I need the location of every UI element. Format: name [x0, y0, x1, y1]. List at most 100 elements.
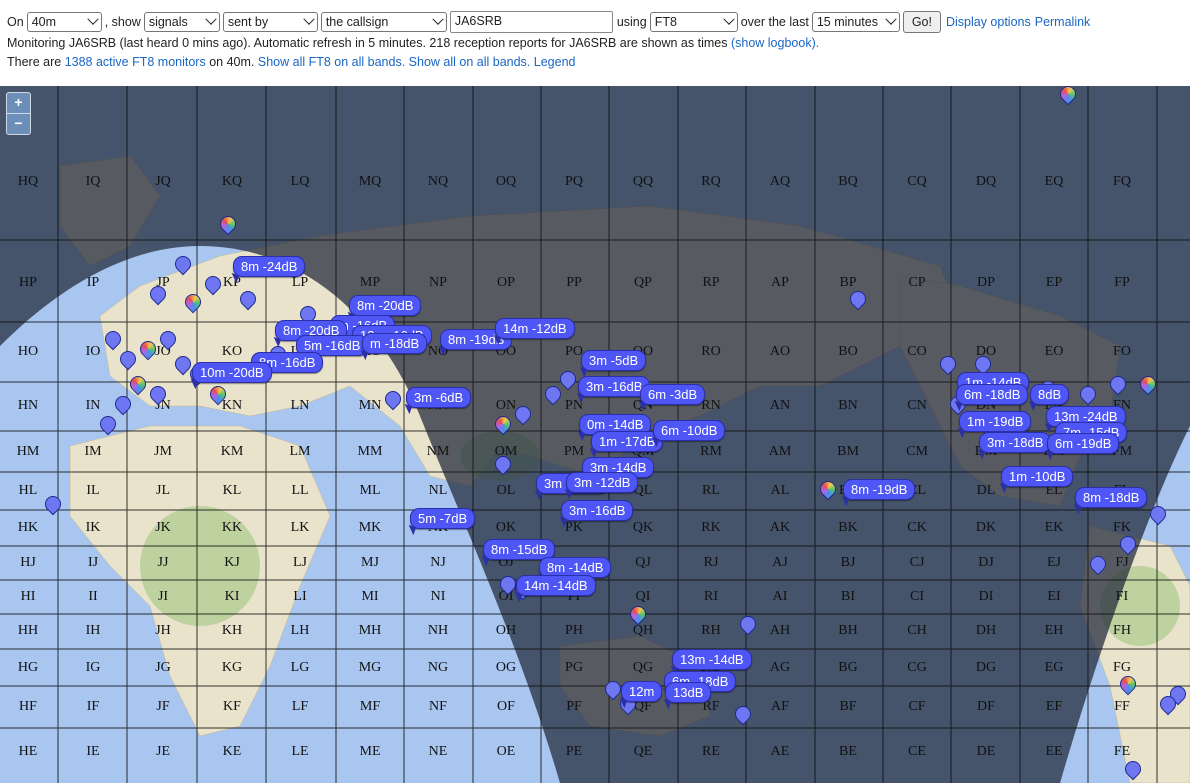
reception-report-label[interactable]: 13dB — [665, 682, 712, 703]
grid-square-label: BP — [839, 275, 857, 290]
grid-square-label: BO — [838, 344, 858, 359]
chevron-down-icon — [87, 13, 99, 25]
grid-square-label: QE — [633, 744, 653, 759]
grid-square-label: DI — [978, 589, 994, 604]
reception-report-label[interactable]: 8dB — [1030, 384, 1070, 405]
target-select[interactable]: the callsign — [320, 12, 447, 32]
go-button[interactable]: Go! — [902, 11, 941, 33]
direction-select[interactable]: sent by — [222, 12, 318, 32]
reception-report-label[interactable]: 3m -16dB — [561, 500, 634, 521]
reception-report-label[interactable]: 3m -18dB — [979, 432, 1052, 453]
grid-square-label: AI — [772, 589, 788, 604]
reception-report-label[interactable]: 8m -18dB — [1075, 487, 1148, 508]
grid-square-label: CF — [908, 699, 926, 714]
grid-square-label: LQ — [290, 174, 310, 189]
grid-square-label: HG — [17, 660, 39, 675]
grid-square-label: IK — [85, 520, 101, 535]
reception-report-label[interactable]: 8m -20dB — [349, 295, 422, 316]
grid-square-label: PF — [566, 699, 582, 714]
reception-report-label[interactable]: 6m -19dB — [1047, 433, 1120, 454]
grid-square-label: EE — [1045, 744, 1063, 759]
period-select[interactable]: 15 minutes — [811, 12, 900, 32]
grid-square-label: PH — [565, 623, 583, 638]
display-options-link[interactable]: Display options — [946, 15, 1031, 29]
grid-square-label: CN — [907, 398, 927, 413]
grid-square-label: HI — [20, 589, 36, 604]
reception-report-label[interactable]: 13m -14dB — [672, 649, 752, 670]
grid-square-label: KL — [222, 483, 242, 498]
show-logbook-link[interactable]: (show logbook). — [731, 36, 819, 50]
grid-square-label: CE — [908, 744, 926, 759]
reception-map[interactable]: HQ IQ JQ KQ LQ MQ NQ OQ PQ QQ RQ AQ BQ CQ DQ EQ FQ HP IP JP… — [0, 86, 1190, 783]
grid-square-label: KO — [221, 344, 243, 359]
mode-select[interactable]: FT8 — [649, 12, 738, 32]
grid-square-label: EO — [1044, 344, 1064, 359]
grid-square-label: AQ — [769, 174, 791, 189]
grid-square-label: II — [88, 589, 98, 604]
grid-square-label: BE — [839, 744, 857, 759]
grid-square-label: CM — [906, 444, 928, 459]
reception-report-label[interactable]: 5m -7dB — [410, 508, 476, 529]
reception-report-label[interactable]: 3m -5dB — [581, 350, 647, 371]
reception-report-label[interactable]: 8m -24dB — [233, 256, 306, 277]
reception-report-label[interactable]: 8m -19dB — [843, 479, 916, 500]
reception-report-label[interactable]: 3m -12dB — [566, 472, 639, 493]
grid-square-label: CO — [907, 344, 927, 359]
grid-square-label: KM — [220, 444, 244, 459]
reception-report-label[interactable]: 1m -19dB — [959, 411, 1032, 432]
grid-square-label: BM — [837, 444, 859, 459]
show-select[interactable]: signals — [143, 12, 220, 32]
reception-report-label[interactable]: 14m -12dB — [495, 318, 575, 339]
monitors-band: on 40m. — [209, 55, 255, 69]
reception-report-label[interactable]: m -18dB — [362, 333, 428, 354]
reception-report-label[interactable]: 6m -18dB — [956, 384, 1029, 405]
grid-square-label: LM — [289, 444, 311, 459]
grid-square-label: LE — [291, 744, 309, 759]
grid-square-label: QH — [632, 623, 654, 638]
grid-square-label: OG — [495, 660, 517, 675]
grid-square-label: OE — [496, 744, 516, 759]
show-all-link[interactable]: Show all on all bands. — [409, 55, 531, 69]
grid-square-label: JF — [156, 699, 170, 714]
grid-square-label: LH — [290, 623, 310, 638]
reception-report-label[interactable]: 12m — [621, 681, 663, 702]
grid-square-label: KQ — [221, 174, 243, 189]
grid-square-label: EH — [1044, 623, 1064, 638]
grid-square-label: IG — [85, 660, 101, 675]
band-select[interactable]: 40m — [26, 12, 102, 32]
chevron-down-icon — [432, 13, 444, 25]
reception-report-label[interactable]: 6m -3dB — [640, 384, 706, 405]
reception-report-label[interactable]: 10m -20dB — [192, 362, 272, 383]
grid-square-label: JJ — [157, 555, 169, 570]
reception-report-label[interactable]: 1m -10dB — [1001, 466, 1074, 487]
grid-square-label: DH — [975, 623, 997, 638]
zoom-in-button[interactable]: + — [7, 93, 30, 113]
callsign-input[interactable]: JA6SRB — [449, 11, 613, 33]
grid-square-label: NL — [428, 483, 448, 498]
grid-square-label: CK — [907, 520, 927, 535]
permalink-link[interactable]: Permalink — [1035, 15, 1091, 29]
grid-square-label: JI — [157, 589, 169, 604]
grid-square-label: RO — [701, 344, 721, 359]
zoom-out-button[interactable]: − — [7, 113, 30, 134]
grid-square-label: EK — [1044, 520, 1064, 535]
grid-square-label: LP — [291, 275, 309, 290]
grid-square-label: FQ — [1113, 174, 1131, 189]
reception-report-label[interactable]: 6m -10dB — [653, 420, 726, 441]
grid-square-label: MQ — [358, 174, 382, 189]
active-monitors-link[interactable]: 1388 active FT8 monitors — [65, 55, 206, 69]
chevron-down-icon — [205, 13, 217, 25]
grid-square-label: KJ — [224, 555, 240, 570]
show-all-ft8-link[interactable]: Show all FT8 on all bands. — [258, 55, 405, 69]
reception-report-label[interactable]: 14m -14dB — [516, 575, 596, 596]
grid-square-label: CG — [907, 660, 927, 675]
grid-square-label: OF — [497, 699, 515, 714]
grid-square-label: AE — [770, 744, 790, 759]
grid-square-label: HP — [19, 275, 37, 290]
grid-square-label: MK — [358, 520, 382, 535]
grid-square-label: FI — [1115, 589, 1129, 604]
legend-link[interactable]: Legend — [534, 55, 576, 69]
reception-report-label[interactable]: 3m -6dB — [406, 387, 472, 408]
grid-square-label: LJ — [293, 555, 307, 570]
grid-square-label: AH — [769, 623, 791, 638]
